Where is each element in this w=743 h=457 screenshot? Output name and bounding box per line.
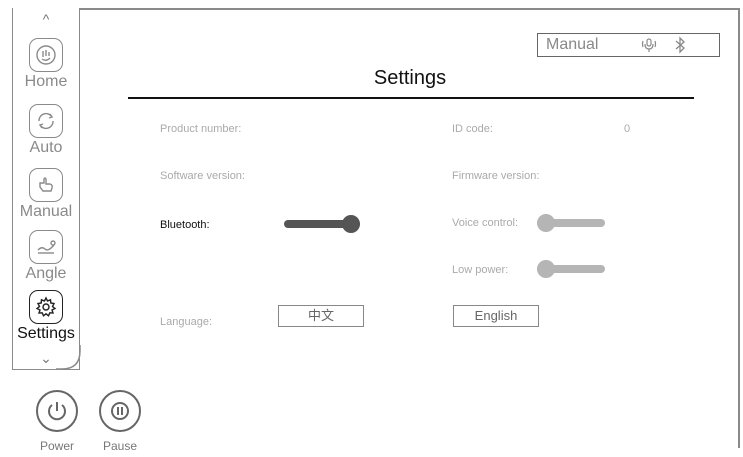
software-version-label: Software version: (160, 170, 245, 182)
frame-top-border (79, 8, 739, 10)
toggle-knob (342, 215, 360, 233)
sidebar-item-auto[interactable]: Auto (13, 104, 79, 156)
gear-icon (29, 290, 63, 324)
bluetooth-icon (672, 36, 688, 59)
hand-point-icon (29, 168, 63, 202)
sidebar-item-manual[interactable]: Manual (13, 168, 79, 220)
voice-control-toggle[interactable] (537, 212, 605, 234)
power-label: Power (39, 439, 74, 453)
status-bar: Manual (537, 33, 720, 57)
sidebar-item-label: Settings (17, 325, 75, 342)
title-divider (128, 97, 694, 99)
scroll-up-icon[interactable]: ^ (13, 12, 79, 26)
hand-cycle-icon (29, 104, 63, 138)
language-label: Language: (160, 316, 212, 328)
voice-control-label: Voice control: (452, 217, 519, 229)
sidebar-item-settings[interactable]: Settings (13, 290, 79, 342)
power-button[interactable]: Power (34, 390, 80, 453)
pause-icon (99, 390, 141, 432)
sidebar-item-label: Auto (29, 139, 63, 156)
sidebar-item-label: Manual (19, 203, 73, 220)
id-code-value: 0 (624, 123, 631, 135)
sidebar-item-angle[interactable]: Angle (13, 230, 79, 282)
pause-label: Pause (102, 439, 138, 453)
power-icon (36, 390, 78, 432)
recline-icon (29, 230, 63, 264)
low-power-label: Low power: (452, 264, 509, 276)
low-power-toggle[interactable] (537, 258, 605, 280)
language-english-button[interactable]: English (453, 305, 539, 327)
toggle-knob (537, 214, 555, 232)
sidebar-nav: ^ Home Auto Manual Angle Settings ⌄ (12, 8, 80, 370)
sidebar-corner (56, 345, 81, 370)
page-title: Settings (373, 67, 447, 89)
pause-button[interactable]: Pause (97, 390, 143, 453)
mode-status: Manual (546, 36, 599, 53)
product-number-label: Product number: (160, 123, 242, 135)
bluetooth-label: Bluetooth: (160, 219, 210, 231)
sidebar-item-label: Angle (25, 265, 67, 282)
language-chinese-button[interactable]: 中文 (278, 305, 364, 327)
voice-icon (640, 36, 658, 59)
bluetooth-toggle[interactable] (284, 213, 360, 235)
firmware-version-label: Firmware version: (452, 170, 540, 182)
id-code-label: ID code: (452, 123, 493, 135)
toggle-knob (537, 260, 555, 278)
